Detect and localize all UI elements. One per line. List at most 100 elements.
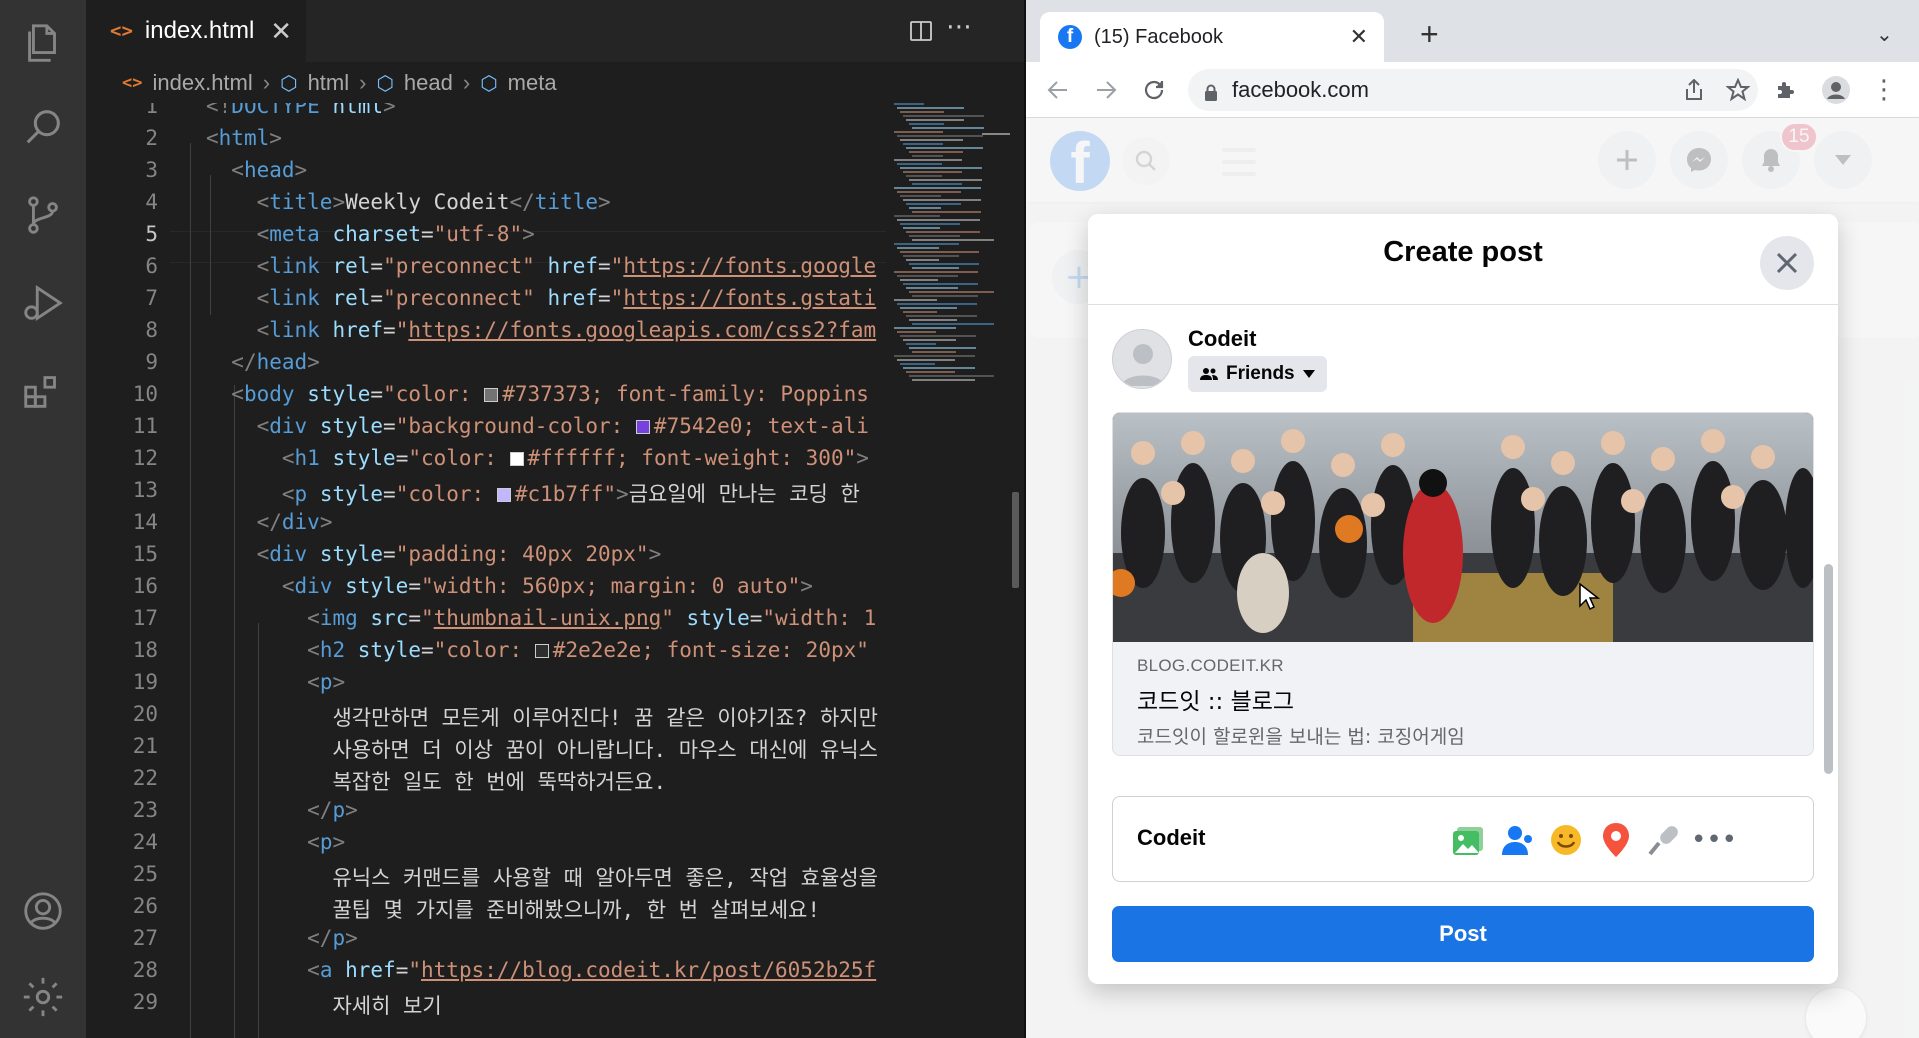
address-bar[interactable]: facebook.com xyxy=(1188,69,1758,111)
line-number: 5 xyxy=(145,222,158,246)
link-preview-card[interactable]: BLOG.CODEIT.KR 코드잇 :: 블로그 코드잇이 할로윈을 보내는 … xyxy=(1112,412,1814,756)
minimap-line xyxy=(900,223,960,225)
more-actions-icon[interactable]: ⋯ xyxy=(944,12,974,42)
code-line-14: </div> xyxy=(256,510,333,534)
code-line-3: <head> xyxy=(231,158,308,182)
minimap-line xyxy=(897,303,977,305)
back-icon[interactable] xyxy=(1040,72,1076,108)
code-line-21: 사용하면 더 이상 꿈이 아니랍니다. 마우스 대신에 유닉스 xyxy=(206,734,886,764)
breadcrumb-item[interactable]: meta xyxy=(508,70,557,96)
minimap-line xyxy=(912,155,943,157)
breadcrumb: <> index.html › ⬡ html › ⬡ head › ⬡ meta xyxy=(86,62,1024,104)
breadcrumb-item[interactable]: html xyxy=(308,70,350,96)
minimap-line xyxy=(909,179,982,181)
minimap-line xyxy=(909,291,994,293)
line-number: 25 xyxy=(132,862,158,886)
line-number: 23 xyxy=(132,798,158,822)
code-line-18: <h2 style="color: #2e2e2e; font-size: 20… xyxy=(307,638,869,662)
audience-label: Friends xyxy=(1226,363,1295,384)
minimap-line xyxy=(909,235,960,237)
line-number: 14 xyxy=(132,510,158,534)
color-swatch[interactable] xyxy=(484,388,499,402)
divider xyxy=(1088,304,1838,305)
color-swatch[interactable] xyxy=(509,452,524,466)
minimap-line xyxy=(900,195,941,197)
profile-avatar-icon[interactable] xyxy=(1818,72,1854,108)
source-control-icon[interactable] xyxy=(0,180,86,250)
html-file-icon: <> xyxy=(122,73,143,93)
new-tab-icon[interactable]: + xyxy=(1420,18,1439,50)
minimap-line xyxy=(906,315,977,317)
settings-gear-icon[interactable] xyxy=(0,962,86,1032)
bookmark-star-icon[interactable] xyxy=(1720,72,1756,108)
preview-image xyxy=(1113,413,1813,642)
live-video-icon[interactable] xyxy=(1643,819,1685,861)
close-tab-icon[interactable]: ✕ xyxy=(270,16,292,47)
split-editor-icon[interactable] xyxy=(906,16,936,46)
code-line-20: 생각만하면 모든게 이루어진다! 꿈 같은 이야기죠? 하지만 xyxy=(206,702,886,732)
search-icon[interactable] xyxy=(0,92,86,162)
share-icon[interactable] xyxy=(1676,72,1712,108)
breadcrumb-item[interactable]: index.html xyxy=(152,70,252,96)
editor-scrollbar[interactable] xyxy=(1012,492,1019,588)
tab-search-chevron-icon[interactable]: ⌄ xyxy=(1876,22,1893,46)
line-number: 29 xyxy=(132,990,158,1014)
code-text: 자세히 보기 xyxy=(332,994,442,1018)
breadcrumb-item[interactable]: head xyxy=(404,70,453,96)
minimap-line xyxy=(894,271,978,273)
minimap[interactable] xyxy=(894,103,994,393)
minimap-line xyxy=(912,183,962,185)
minimap-line xyxy=(909,375,994,377)
minimap-line xyxy=(912,127,984,129)
tag-people-icon[interactable] xyxy=(1497,819,1539,861)
code-line-2: <html> xyxy=(206,126,282,150)
color-swatch[interactable] xyxy=(534,644,549,658)
minimap-line xyxy=(900,139,963,141)
minimap-line xyxy=(909,319,957,321)
extensions-icon[interactable] xyxy=(0,356,86,426)
close-modal-icon[interactable] xyxy=(1760,236,1814,290)
minimap-line xyxy=(906,231,980,233)
minimap-line xyxy=(894,327,956,329)
more-icon[interactable]: ••• xyxy=(1691,819,1737,861)
element-cube-icon: ⬡ xyxy=(280,72,298,95)
check-in-icon[interactable] xyxy=(1595,819,1637,861)
minimap-slider[interactable] xyxy=(982,133,1010,135)
line-number: 15 xyxy=(132,542,158,566)
explorer-icon[interactable] xyxy=(0,8,86,78)
minimap-line xyxy=(897,359,955,361)
editor-area: <> index.html ✕ ⋯ <> index.html › ⬡ html… xyxy=(86,0,1024,1038)
feeling-icon[interactable] xyxy=(1545,819,1587,861)
color-value: #ffffff xyxy=(527,446,617,470)
color-swatch[interactable] xyxy=(635,420,650,434)
close-tab-icon[interactable]: ✕ xyxy=(1350,24,1368,50)
browser-tab-facebook[interactable]: f (15) Facebook ✕ xyxy=(1040,12,1384,62)
forward-icon[interactable] xyxy=(1088,72,1124,108)
minimap-line xyxy=(897,275,958,277)
photo-video-icon[interactable] xyxy=(1447,819,1489,861)
color-swatch[interactable] xyxy=(496,488,511,502)
account-icon[interactable] xyxy=(0,876,86,946)
modal-scrollbar[interactable] xyxy=(1824,564,1833,774)
url-text: facebook.com xyxy=(1232,77,1369,102)
code-line-16: <div style="width: 560px; margin: 0 auto… xyxy=(281,574,813,598)
run-debug-icon[interactable] xyxy=(0,268,86,338)
author-name: Codeit xyxy=(1188,326,1257,351)
extensions-puzzle-icon[interactable] xyxy=(1768,72,1804,108)
minimap-line xyxy=(903,115,984,117)
minimap-line xyxy=(906,259,939,261)
reload-icon[interactable] xyxy=(1136,72,1172,108)
code-text: 유닉스 커맨드를 사용할 때 알아두면 좋은, 작업 효율성을 xyxy=(332,866,886,890)
avatar[interactable] xyxy=(1112,329,1172,389)
audience-selector-button[interactable]: Friends xyxy=(1188,356,1327,392)
minimap-line xyxy=(894,187,981,189)
code-line-1: <!DOCTYPE html> xyxy=(206,103,396,118)
post-button[interactable]: Post xyxy=(1112,906,1814,962)
minimap-line xyxy=(906,287,958,289)
code-editor[interactable]: 1 2 3 4 5 6 7 8 9 10 11 12 13 14 15 16 17 18 19 20 21 22 23 24 2… xyxy=(86,103,886,1038)
minimap-line xyxy=(912,351,956,353)
editor-tab-index-html[interactable]: <> index.html ✕ xyxy=(86,0,306,62)
element-cube-icon: ⬡ xyxy=(480,72,498,95)
add-to-post-label: Codeit xyxy=(1137,825,1206,850)
browser-menu-icon[interactable]: ⋮ xyxy=(1866,72,1902,108)
